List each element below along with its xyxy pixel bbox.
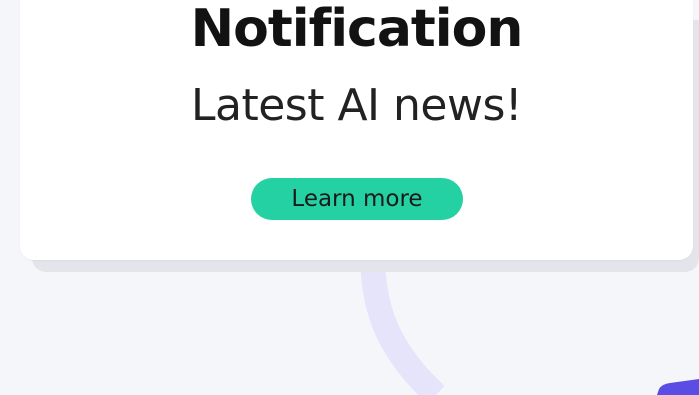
corner-tab-shape — [657, 379, 699, 395]
